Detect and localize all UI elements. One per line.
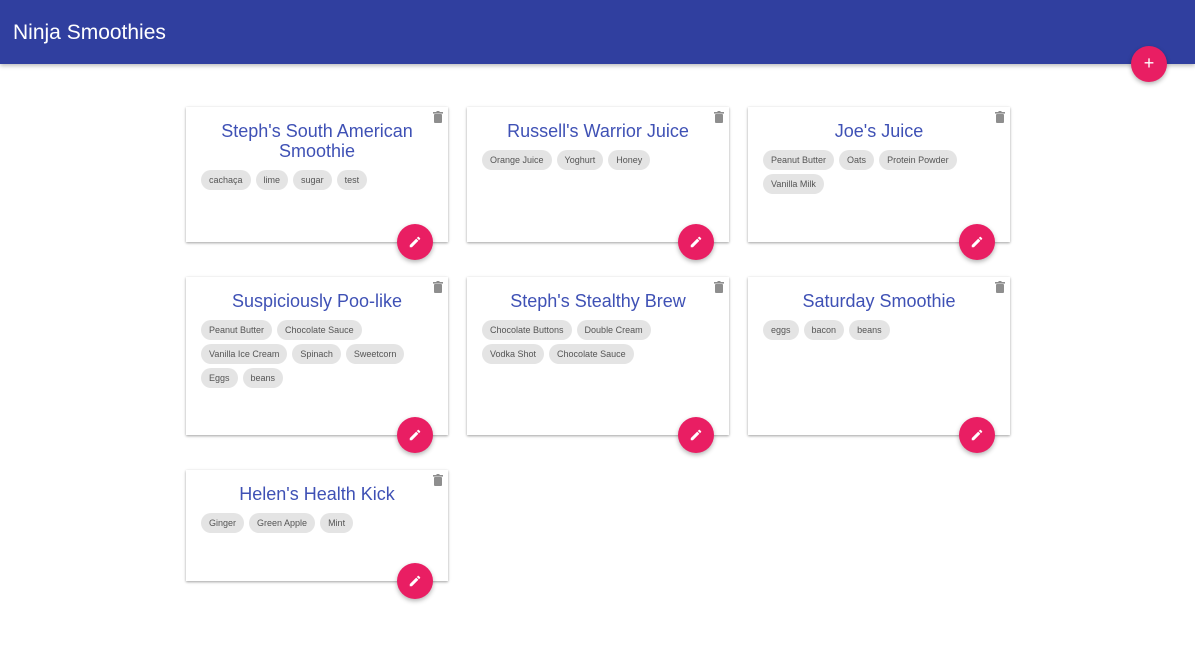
ingredient-chip: lime (255, 170, 289, 190)
ingredient-chip: Yoghurt (556, 150, 604, 170)
ingredient-chip: Peanut Butter (763, 150, 835, 170)
trash-icon[interactable] (995, 281, 1005, 293)
trash-icon[interactable] (714, 281, 724, 293)
edit-button[interactable] (397, 224, 433, 260)
smoothie-card: Joe's Juice Peanut Butter Oats Protein P… (748, 107, 1010, 260)
trash-icon[interactable] (995, 111, 1005, 123)
ingredient-chip: Green Apple (249, 513, 316, 533)
ingredient-chip: Protein Powder (879, 150, 957, 170)
ingredient-chip: beans (242, 368, 284, 388)
ingredient-chip: Vodka Shot (482, 344, 545, 364)
pencil-icon (690, 429, 702, 441)
trash-icon[interactable] (714, 111, 724, 123)
pencil-icon (971, 429, 983, 441)
smoothie-title: Suspiciously Poo-like (231, 291, 403, 311)
ingredient-list: Chocolate Buttons Double Cream Vodka Sho… (467, 311, 729, 368)
ingredient-chip: Eggs (201, 368, 238, 388)
ingredient-chip: beans (849, 320, 890, 340)
smoothie-card: Steph's South American Smoothie cachaça … (186, 107, 448, 260)
pencil-icon (971, 236, 983, 248)
edit-button[interactable] (397, 563, 433, 599)
ingredient-chip: Chocolate Sauce (549, 344, 634, 364)
edit-button[interactable] (678, 417, 714, 453)
brand-title[interactable]: Ninja Smoothies (13, 20, 166, 46)
smoothie-card: Suspiciously Poo-like Peanut Butter Choc… (186, 277, 448, 453)
smoothie-title: Helen's Health Kick (239, 484, 395, 504)
ingredient-chip: Oats (839, 150, 875, 170)
ingredient-list: Orange Juice Yoghurt Honey (467, 141, 729, 174)
pencil-icon (690, 236, 702, 248)
trash-icon[interactable] (433, 111, 443, 123)
ingredient-list: eggs bacon beans (748, 311, 1010, 344)
smoothie-card: Steph's Stealthy Brew Chocolate Buttons … (467, 277, 729, 453)
edit-button[interactable] (959, 417, 995, 453)
ingredient-chip: Sweetcorn (345, 344, 405, 364)
ingredient-chip: Double Cream (576, 320, 651, 340)
ingredient-chip: sugar (293, 170, 332, 190)
ingredient-chip: Chocolate Sauce (277, 320, 362, 340)
ingredient-chip: Ginger (201, 513, 245, 533)
pencil-icon (409, 429, 421, 441)
ingredient-chip: Mint (320, 513, 354, 533)
ingredient-chip: bacon (803, 320, 845, 340)
ingredient-list: cachaça lime sugar test (186, 161, 448, 194)
navbar: Ninja Smoothies (0, 0, 1195, 64)
smoothie-title: Russell's Warrior Juice (507, 121, 689, 141)
ingredient-chip: eggs (763, 320, 799, 340)
trash-icon[interactable] (433, 474, 443, 486)
smoothie-title: Steph's Stealthy Brew (510, 291, 686, 311)
ingredient-chip: Orange Juice (482, 150, 552, 170)
ingredient-chip: cachaça (201, 170, 251, 190)
pencil-icon (409, 236, 421, 248)
ingredient-chip: Chocolate Buttons (482, 320, 572, 340)
edit-button[interactable] (397, 417, 433, 453)
smoothie-card: Helen's Health Kick Ginger Green Apple M… (186, 470, 448, 599)
smoothie-title: Steph's South American Smoothie (221, 121, 413, 161)
ingredient-chip: Vanilla Milk (763, 174, 824, 194)
edit-button[interactable] (678, 224, 714, 260)
ingredient-list: Ginger Green Apple Mint (186, 504, 448, 537)
ingredient-chip: Spinach (292, 344, 341, 364)
pencil-icon (409, 575, 421, 587)
ingredient-chip: test (336, 170, 368, 190)
smoothie-title: Saturday Smoothie (802, 291, 956, 311)
smoothie-card: Saturday Smoothie eggs bacon beans (748, 277, 1010, 453)
ingredient-chip: Vanilla Ice Cream (201, 344, 288, 364)
ingredient-chip: Honey (608, 150, 651, 170)
ingredient-list: Peanut Butter Chocolate Sauce Vanilla Ic… (186, 311, 448, 392)
ingredient-chip: Peanut Butter (201, 320, 273, 340)
edit-button[interactable] (959, 224, 995, 260)
ingredient-list: Peanut Butter Oats Protein Powder Vanill… (748, 141, 1010, 198)
trash-icon[interactable] (433, 281, 443, 293)
add-smoothie-button[interactable]: + (1131, 46, 1167, 82)
smoothie-title: Joe's Juice (834, 121, 924, 141)
smoothie-card: Russell's Warrior Juice Orange Juice Yog… (467, 107, 729, 260)
